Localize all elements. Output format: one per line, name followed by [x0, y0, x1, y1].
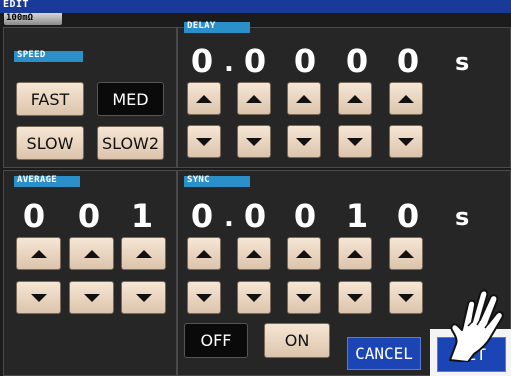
sync-digit-2-down-button[interactable] [237, 281, 271, 314]
speed-slow-button[interactable]: SLOW [16, 126, 84, 160]
delay-tag-label: DELAY [187, 21, 216, 31]
range-label: 100mΩ [6, 13, 34, 23]
delay-digit-1-up-button[interactable] [187, 82, 221, 115]
range-tab: 100mΩ [4, 13, 62, 25]
delay-digit-2-down-button[interactable] [237, 125, 271, 158]
title-bar: EDIT [0, 0, 511, 13]
average-digit-1-up-button[interactable] [16, 237, 61, 270]
average-digit-2-down-button[interactable] [69, 281, 114, 314]
sync-digit-5-down-button[interactable] [389, 281, 423, 314]
sync-digit-2-up-button[interactable] [237, 237, 271, 270]
delay-digit-3-down-button[interactable] [287, 125, 321, 158]
sync-unit: s [455, 203, 470, 231]
delay-digit-2-up-button[interactable] [237, 82, 271, 115]
sync-digit-3-down-button[interactable] [287, 281, 321, 314]
sync-digit: 0 [190, 197, 214, 235]
average-digit: 0 [22, 197, 46, 235]
average-tag: AVERAGE [14, 175, 80, 187]
sync-tag-label: SYNC [187, 175, 210, 185]
speed-slow2-button[interactable]: SLOW2 [97, 126, 164, 160]
average-digit: 1 [130, 197, 154, 235]
average-tag-label: AVERAGE [17, 175, 58, 185]
sync-digit-4-down-button[interactable] [338, 281, 372, 314]
delay-digit: 0 [190, 42, 214, 80]
sync-digit-1-down-button[interactable] [187, 281, 221, 314]
sync-on-button[interactable]: ON [264, 323, 330, 358]
delay-digit: 0 [243, 42, 267, 80]
delay-digit: 0 [293, 42, 317, 80]
delay-digit-5-down-button[interactable] [389, 125, 423, 158]
cancel-button[interactable]: CANCEL [347, 337, 421, 370]
window-title: EDIT [3, 0, 30, 10]
delay-digit-1-down-button[interactable] [187, 125, 221, 158]
average-digit-3-down-button[interactable] [121, 281, 166, 314]
edit-screen: EDIT 100mΩ SPEED FAST MED SLOW SLOW2 DEL… [0, 0, 511, 376]
sync-digit-3-up-button[interactable] [287, 237, 321, 270]
delay-digit-3-up-button[interactable] [287, 82, 321, 115]
speed-tag: SPEED [14, 50, 83, 62]
sync-off-button[interactable]: OFF [184, 323, 248, 358]
pointing-hand-icon [449, 289, 504, 362]
sync-digit-4-up-button[interactable] [338, 237, 372, 270]
average-digit: 0 [77, 197, 101, 235]
delay-digit-4-down-button[interactable] [338, 125, 372, 158]
delay-tag: DELAY [184, 21, 250, 33]
average-digit-2-up-button[interactable] [69, 237, 114, 270]
sync-decimal-point: . [224, 203, 234, 233]
sync-digit-5-up-button[interactable] [389, 237, 423, 270]
sync-tag: SYNC [184, 175, 250, 187]
sync-digit: 1 [345, 197, 369, 235]
delay-unit: s [455, 48, 470, 76]
speed-fast-button[interactable]: FAST [16, 82, 84, 116]
speed-med-button[interactable]: MED [97, 82, 164, 116]
sync-digit: 0 [396, 197, 420, 235]
average-digit-1-down-button[interactable] [16, 281, 61, 314]
average-digit-3-up-button[interactable] [121, 237, 166, 270]
sync-digit: 0 [243, 197, 267, 235]
speed-tag-label: SPEED [17, 50, 46, 60]
sync-digit: 0 [293, 197, 317, 235]
delay-decimal-point: . [224, 48, 234, 78]
delay-digit-4-up-button[interactable] [338, 82, 372, 115]
delay-digit: 0 [396, 42, 420, 80]
sync-digit-1-up-button[interactable] [187, 237, 221, 270]
delay-digit-5-up-button[interactable] [389, 82, 423, 115]
delay-digit: 0 [345, 42, 369, 80]
